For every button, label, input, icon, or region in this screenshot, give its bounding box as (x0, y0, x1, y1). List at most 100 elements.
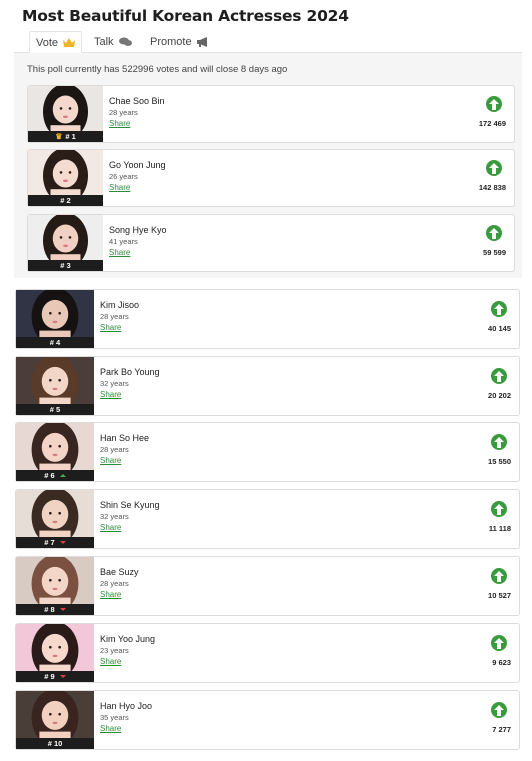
candidate-card: # 10 Han Hyo Joo 35 years Share 7 277 (15, 690, 520, 750)
candidate-photo[interactable]: # 10 (16, 691, 94, 749)
candidate-name[interactable]: Han So Hee (100, 433, 149, 443)
upvote-button[interactable] (486, 160, 502, 176)
tab-talk[interactable]: Talk (94, 31, 132, 53)
rank-label: # 3 (60, 261, 71, 270)
poll-info: This poll currently has 522996 votes and… (27, 64, 288, 75)
candidate-card: ♛ # 1 Chae Soo Bin 28 years Share 172 46… (27, 85, 515, 143)
share-link[interactable]: Share (100, 323, 121, 332)
arrow-up-icon (494, 436, 504, 448)
trend-down-icon (59, 608, 66, 611)
candidate-card: # 9 Kim Yoo Jung 23 years Share 9 623 (15, 623, 520, 683)
candidate-name[interactable]: Go Yoon Jung (109, 160, 166, 170)
rank-badge: # 9 (16, 671, 94, 682)
candidate-photo[interactable]: # 5 (16, 357, 94, 415)
rank-badge: # 6 (16, 470, 94, 481)
vote-count: 10 527 (488, 591, 511, 600)
candidate-card: # 5 Park Bo Young 32 years Share 20 202 (15, 356, 520, 416)
rank-badge: # 3 (28, 260, 103, 271)
arrow-up-icon (489, 98, 499, 110)
candidate-photo[interactable]: # 8 (16, 557, 94, 615)
rank-label: # 6 (44, 471, 55, 480)
candidate-card: # 2 Go Yoon Jung 26 years Share 142 838 (27, 149, 515, 207)
candidate-card: # 6 Han So Hee 28 years Share 15 550 (15, 422, 520, 482)
candidate-name[interactable]: Park Bo Young (100, 367, 160, 377)
megaphone-icon (196, 37, 209, 47)
candidate-photo[interactable]: ♛ # 1 (28, 86, 103, 142)
rank-label: # 10 (47, 739, 63, 748)
crown-icon (63, 38, 76, 47)
candidate-age: 28 years (100, 312, 129, 321)
rank-badge: # 8 (16, 604, 94, 615)
upvote-button[interactable] (486, 225, 502, 241)
rank-label: # 1 (65, 132, 76, 141)
share-link[interactable]: Share (100, 724, 121, 733)
candidate-photo[interactable]: # 9 (16, 624, 94, 682)
trend-down-icon (59, 541, 66, 544)
tab-promote[interactable]: Promote (150, 31, 209, 53)
share-link[interactable]: Share (100, 456, 121, 465)
rank-badge: # 5 (16, 404, 94, 415)
share-link[interactable]: Share (100, 390, 121, 399)
candidate-photo[interactable]: # 2 (28, 150, 103, 206)
candidate-age: 26 years (109, 172, 138, 181)
upvote-button[interactable] (491, 501, 507, 517)
trend-down-icon (59, 675, 66, 678)
chat-icon (118, 37, 132, 47)
rank-badge: # 10 (16, 738, 94, 749)
share-link[interactable]: Share (109, 183, 130, 192)
candidate-age: 32 years (100, 379, 129, 388)
candidate-card: # 8 Bae Suzy 28 years Share 10 527 (15, 556, 520, 616)
tab-vote[interactable]: Vote (29, 31, 83, 54)
candidate-photo[interactable]: # 7 (16, 490, 94, 548)
share-link[interactable]: Share (100, 523, 121, 532)
candidate-age: 28 years (100, 579, 129, 588)
candidate-age: 35 years (100, 713, 129, 722)
rank-label: # 7 (44, 538, 55, 547)
vote-count: 20 202 (488, 391, 511, 400)
vote-count: 9 623 (492, 658, 511, 667)
upvote-button[interactable] (491, 635, 507, 651)
upvote-button[interactable] (491, 368, 507, 384)
crown-icon: ♛ (55, 132, 63, 141)
trend-up-icon (59, 474, 66, 477)
candidate-name[interactable]: Kim Yoo Jung (100, 634, 155, 644)
upvote-button[interactable] (491, 434, 507, 450)
candidate-name[interactable]: Shin Se Kyung (100, 500, 160, 510)
poll-tabs: Vote Talk Promote (14, 31, 522, 54)
candidate-name[interactable]: Han Hyo Joo (100, 701, 152, 711)
rank-label: # 8 (44, 605, 55, 614)
upvote-button[interactable] (486, 96, 502, 112)
vote-count: 59 599 (483, 248, 506, 257)
share-link[interactable]: Share (100, 657, 121, 666)
candidate-name[interactable]: Kim Jisoo (100, 300, 139, 310)
candidate-age: 41 years (109, 237, 138, 246)
arrow-up-icon (494, 704, 504, 716)
tab-promote-label: Promote (150, 36, 192, 48)
share-link[interactable]: Share (100, 590, 121, 599)
vote-count: 15 550 (488, 457, 511, 466)
candidate-card: # 7 Shin Se Kyung 32 years Share 11 118 (15, 489, 520, 549)
rank-badge: # 4 (16, 337, 94, 348)
candidate-name[interactable]: Song Hye Kyo (109, 225, 167, 235)
candidate-name[interactable]: Chae Soo Bin (109, 96, 165, 106)
rank-badge: ♛ # 1 (28, 131, 103, 142)
candidate-photo[interactable]: # 6 (16, 423, 94, 481)
share-link[interactable]: Share (109, 119, 130, 128)
candidate-age: 28 years (109, 108, 138, 117)
arrow-up-icon (494, 637, 504, 649)
arrow-up-icon (494, 503, 504, 515)
vote-count: 40 145 (488, 324, 511, 333)
arrow-up-icon (489, 227, 499, 239)
vote-count: 7 277 (492, 725, 511, 734)
arrow-up-icon (494, 370, 504, 382)
upvote-button[interactable] (491, 702, 507, 718)
upvote-button[interactable] (491, 568, 507, 584)
rank-label: # 5 (49, 405, 61, 414)
candidate-photo[interactable]: # 3 (28, 215, 103, 271)
candidate-photo[interactable]: # 4 (16, 290, 94, 348)
rank-badge: # 2 (28, 195, 103, 206)
share-link[interactable]: Share (109, 248, 130, 257)
candidate-name[interactable]: Bae Suzy (100, 567, 139, 577)
upvote-button[interactable] (491, 301, 507, 317)
tab-vote-label: Vote (36, 36, 59, 49)
